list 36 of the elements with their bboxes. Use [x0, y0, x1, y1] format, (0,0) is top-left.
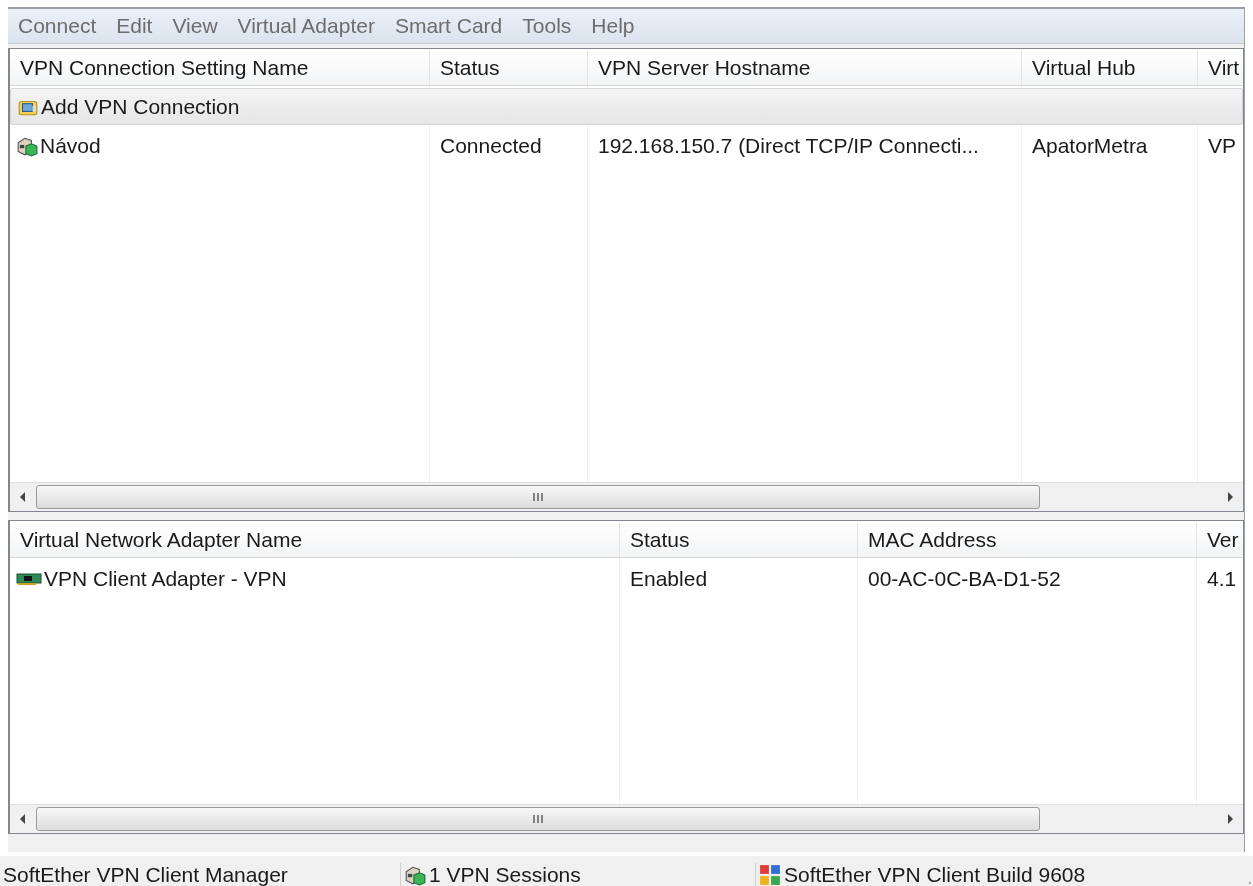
- table-cell: 4.1: [1207, 566, 1237, 591]
- scrollbar-thumb[interactable]: [36, 485, 1040, 509]
- menu-item[interactable]: Smart Card: [386, 12, 511, 40]
- list-item-label[interactable]: VPN Client Adapter - VPN: [44, 566, 287, 591]
- menu-item[interactable]: Virtual Adapter: [229, 12, 383, 40]
- table-cell: VP: [1208, 133, 1236, 158]
- menu-item[interactable]: View: [164, 12, 226, 40]
- column-header[interactable]: Status: [620, 523, 858, 557]
- list-item-label[interactable]: Add VPN Connection: [41, 94, 240, 119]
- column-header[interactable]: Ver: [1197, 523, 1243, 557]
- table-cell: Enabled: [630, 566, 708, 591]
- status-text: SoftEther VPN Client Build 9608: [784, 863, 1086, 886]
- column-header[interactable]: VPN Server Hostname: [588, 51, 1022, 85]
- status-text: SoftEther VPN Client Manager: [3, 863, 288, 886]
- menu-item[interactable]: Help: [583, 12, 643, 40]
- list-row[interactable]: Add VPN Connection: [10, 88, 1243, 125]
- list-row[interactable]: Návod Connected 192.168.150.7 (Direct TCP/IP Connecti... ApatorMetra VP: [10, 127, 1243, 164]
- menu-item[interactable]: Edit: [108, 12, 161, 40]
- table-cell: 00-AC-0C-BA-D1-52: [868, 566, 1061, 591]
- status-text: 1 VPN Sessions: [429, 863, 581, 886]
- table-cell: 192.168.150.7 (Direct TCP/IP Connecti...: [598, 133, 979, 158]
- computer-box-icon: [404, 864, 426, 886]
- column-header[interactable]: VPN Connection Setting Name: [10, 51, 430, 85]
- menu-item[interactable]: Connect: [10, 12, 105, 40]
- list-item-label[interactable]: Návod: [40, 133, 101, 158]
- column-header[interactable]: Status: [430, 51, 588, 85]
- list-row[interactable]: VPN Client Adapter - VPN Enabled 00-AC-0C-BA-D1-52 4.1: [10, 560, 1243, 597]
- column-header[interactable]: Virt: [1198, 51, 1243, 85]
- menu-item[interactable]: Tools: [514, 12, 580, 40]
- column-header[interactable]: Virtual Hub: [1022, 51, 1198, 85]
- table-cell: ApatorMetra: [1032, 133, 1148, 158]
- scrollbar-thumb[interactable]: [36, 807, 1040, 831]
- colored-squares-icon: [759, 864, 781, 886]
- column-header[interactable]: MAC Address: [858, 523, 1197, 557]
- column-header[interactable]: Virtual Network Adapter Name: [10, 523, 620, 557]
- table-cell: Connected: [440, 133, 542, 158]
